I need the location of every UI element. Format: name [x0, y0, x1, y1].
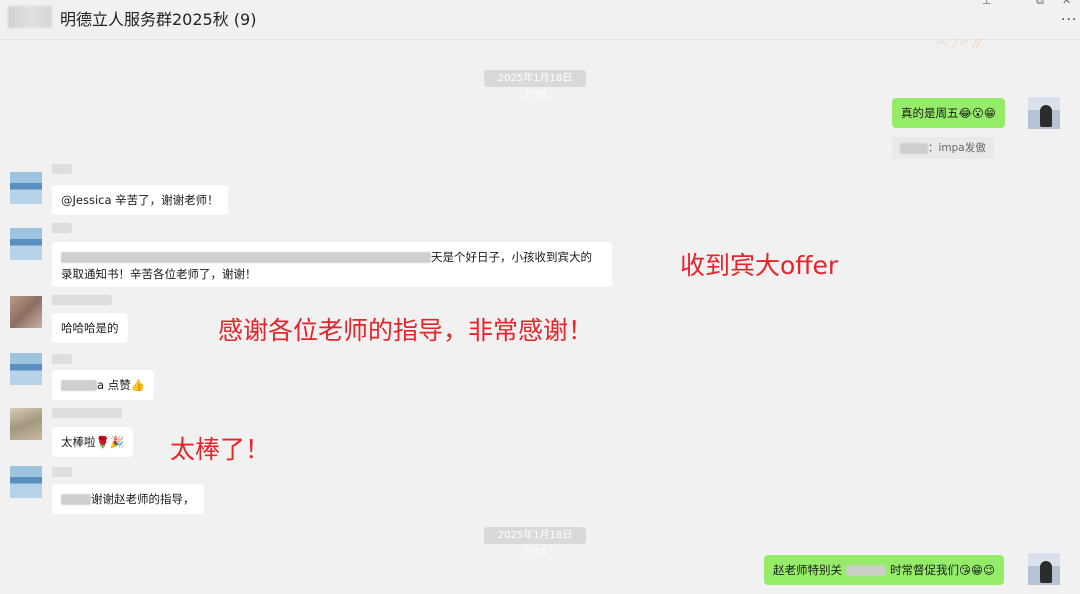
message-bubble[interactable]: 太棒啦🌹🎉 [52, 427, 134, 457]
message-text: 赵老师特别关 [773, 563, 842, 577]
annotation-thanks: 感谢各位老师的指导，非常感谢！ [218, 316, 594, 345]
avatar[interactable] [10, 296, 42, 328]
group-avatar [8, 6, 52, 28]
message-bubble[interactable]: 天是个好日子，小孩收到宾大的 录取通知书！辛苦各位老师了，谢谢！ [52, 242, 612, 287]
sender-name [52, 354, 72, 364]
sender-name [52, 408, 122, 418]
avatar[interactable] [10, 172, 42, 204]
avatar[interactable] [1028, 553, 1060, 585]
redacted-text [61, 252, 431, 263]
avatar[interactable] [10, 228, 42, 260]
minimize-icon[interactable]: — [1008, 0, 1019, 5]
message-bubble-self[interactable]: 真的是周五😂😮😁 [892, 98, 1005, 128]
pin-icon[interactable]: ⊥ [982, 0, 992, 7]
message-bubble[interactable]: 哈哈哈是的 [52, 313, 128, 343]
annotation-great: 太棒了！ [170, 435, 271, 464]
notice-text: ：impa发傲 [928, 142, 986, 154]
message-line-2: 录取通知书！辛苦各位老师了，谢谢！ [61, 267, 257, 281]
timestamp: 2025年1月18日 7:45 [484, 527, 586, 558]
decoration: 〰 ﾉ〃 ∕∕ [935, 36, 981, 50]
message-text: 时常督促我们😘😁😉 [890, 563, 995, 577]
message-text: 天是个好日子，小孩收到宾大的 [431, 250, 592, 264]
message-line-1: 天是个好日子，小孩收到宾大的 [61, 249, 603, 266]
redacted-name [61, 494, 91, 505]
annotation-offer: 收到宾大offer [680, 251, 839, 280]
sender-name [52, 164, 72, 174]
system-notice: ：impa发傲 [892, 137, 994, 159]
sender-name [52, 467, 72, 477]
timestamp: 2025年1月18日 7:28 [484, 70, 586, 101]
title-bar: 明德立人服务群2025秋 (9) ⊥ — ⧉ ✕ ··· [0, 0, 1080, 40]
message-text: a 点赞👍 [97, 378, 146, 392]
sender-name [52, 223, 72, 233]
avatar[interactable] [1028, 97, 1060, 129]
message-bubble[interactable]: a 点赞👍 [52, 370, 155, 400]
redacted-name [900, 142, 928, 154]
avatar[interactable] [10, 408, 42, 440]
redacted-text [846, 565, 886, 576]
message-bubble[interactable]: @Jessica 辛苦了，谢谢老师！ [52, 185, 228, 215]
close-icon[interactable]: ✕ [1062, 0, 1071, 7]
avatar[interactable] [10, 466, 42, 498]
maximize-icon[interactable]: ⧉ [1036, 0, 1044, 8]
message-bubble[interactable]: 谢谢赵老师的指导， [52, 484, 204, 514]
more-icon[interactable]: ··· [1061, 12, 1077, 28]
avatar[interactable] [10, 353, 42, 385]
sender-name [52, 295, 112, 305]
chat-title: 明德立人服务群2025秋 (9) [60, 10, 257, 29]
message-bubble-self[interactable]: 赵老师特别关 时常督促我们😘😁😉 [764, 555, 1004, 585]
message-text: 谢谢赵老师的指导， [91, 492, 195, 506]
redacted-name [61, 380, 97, 391]
